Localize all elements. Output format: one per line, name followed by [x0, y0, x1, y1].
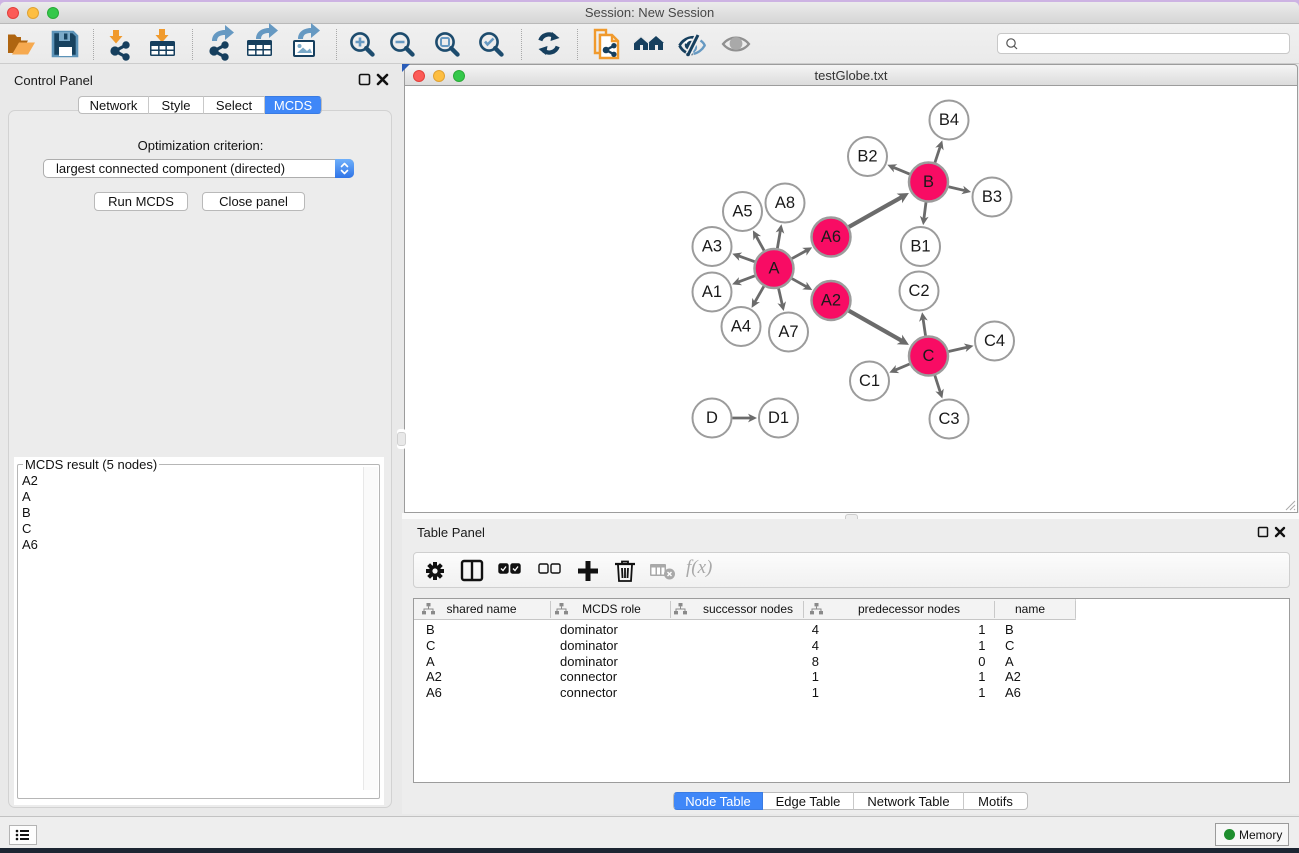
svg-text:A6: A6 [821, 228, 841, 246]
svg-text:A: A [768, 260, 779, 278]
svg-text:D: D [706, 409, 718, 427]
svg-text:C3: C3 [938, 410, 959, 428]
svg-text:A1: A1 [702, 283, 722, 301]
svg-text:C2: C2 [908, 282, 929, 300]
svg-text:A8: A8 [775, 194, 795, 212]
svg-text:C1: C1 [859, 372, 880, 390]
svg-text:A7: A7 [778, 323, 798, 341]
svg-text:B1: B1 [910, 238, 930, 256]
svg-text:B4: B4 [939, 111, 959, 129]
svg-text:B2: B2 [857, 148, 877, 166]
svg-text:A2: A2 [821, 292, 841, 310]
svg-text:C4: C4 [984, 332, 1005, 350]
svg-text:A4: A4 [731, 318, 751, 336]
svg-text:A3: A3 [702, 238, 722, 256]
svg-text:D1: D1 [768, 409, 789, 427]
svg-text:A5: A5 [732, 203, 752, 221]
svg-text:B: B [923, 173, 934, 191]
svg-text:B3: B3 [982, 188, 1002, 206]
svg-text:C: C [923, 347, 935, 365]
